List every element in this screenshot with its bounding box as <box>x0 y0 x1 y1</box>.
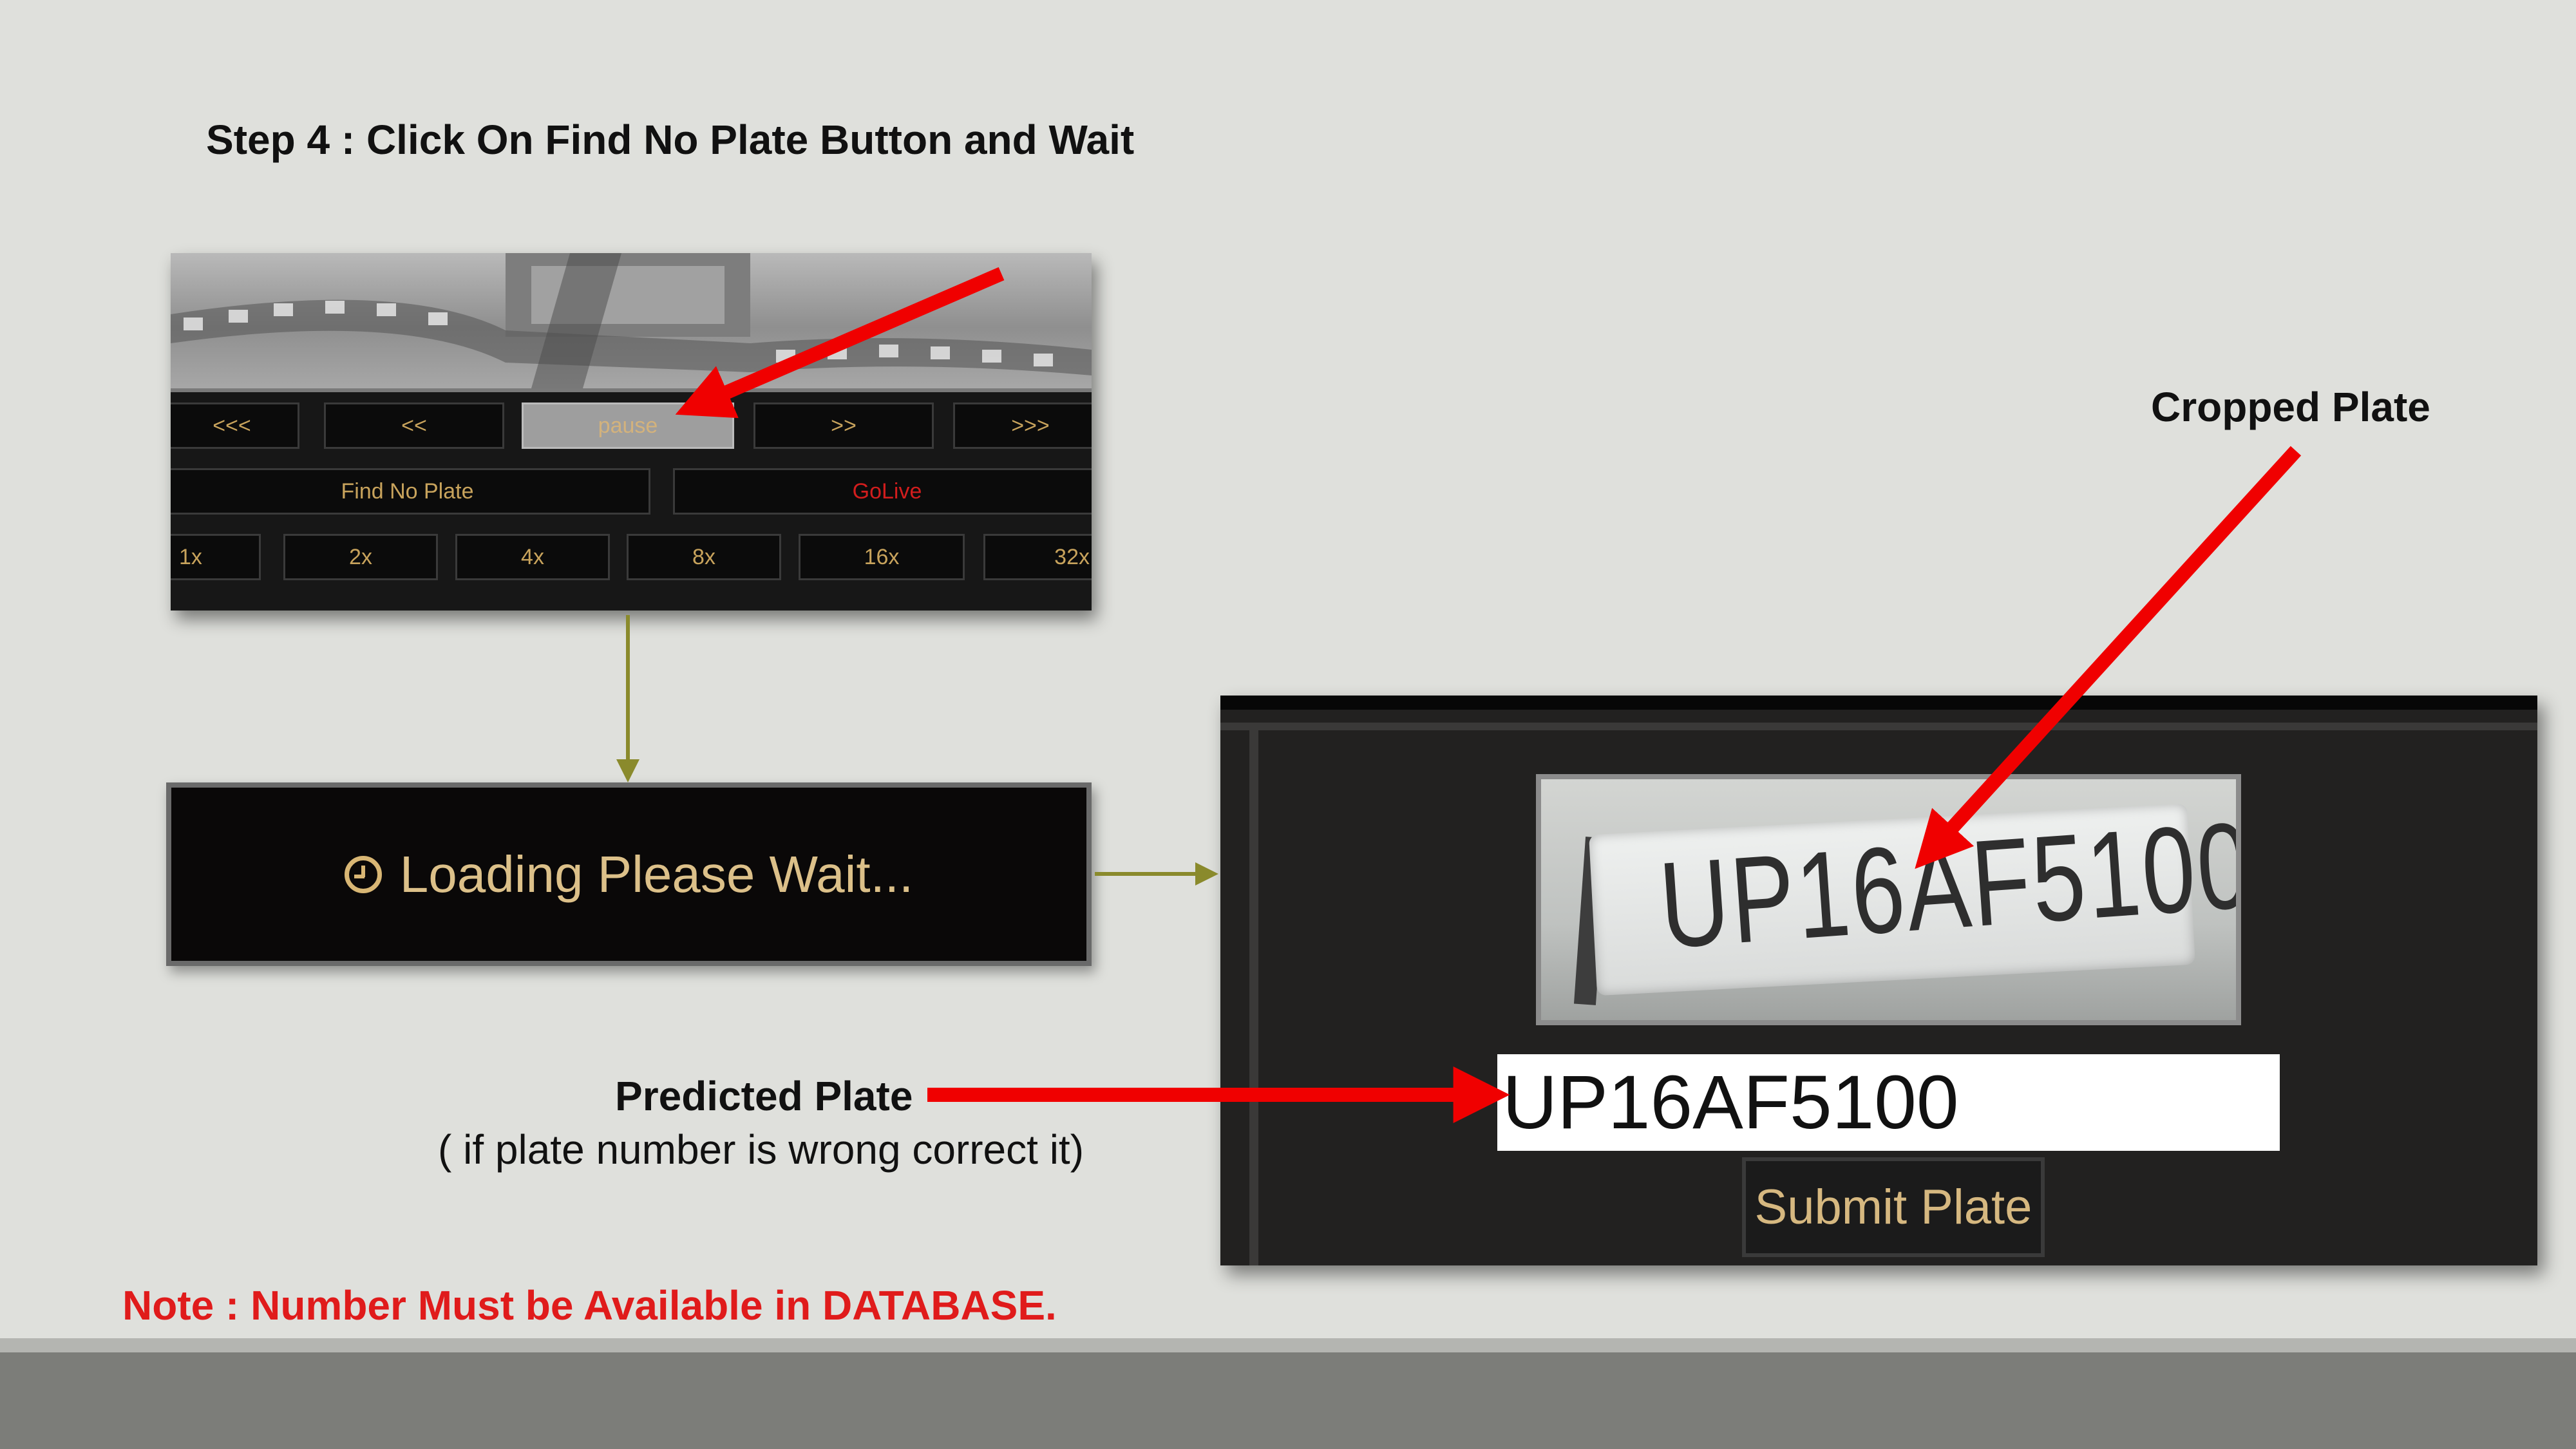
cropped-plate-label: Cropped Plate <box>2151 384 2430 430</box>
forward-button[interactable]: >> <box>753 402 934 449</box>
speed-1x-button[interactable]: 1x <box>171 534 261 580</box>
step-title: Step 4 : Click On Find No Plate Button a… <box>206 117 1135 163</box>
rewind-fast-button[interactable]: <<< <box>171 402 299 449</box>
speed-2x-button[interactable]: 2x <box>283 534 438 580</box>
find-no-plate-button[interactable]: Find No Plate <box>171 468 650 515</box>
submit-plate-button[interactable]: Submit Plate <box>1742 1157 2045 1257</box>
speed-4x-button[interactable]: 4x <box>455 534 610 580</box>
speed-16x-button[interactable]: 16x <box>799 534 965 580</box>
plate-result-panel: UP16AF5100 Submit Plate <box>1220 696 2537 1265</box>
pause-button[interactable]: pause <box>522 402 734 449</box>
loading-text: Loading Please Wait... <box>399 845 914 903</box>
cropped-plate-image: UP16AF5100 <box>1536 774 2241 1025</box>
footer-band <box>0 1352 2576 1449</box>
clock-icon <box>344 855 382 893</box>
speed-8x-button[interactable]: 8x <box>627 534 781 580</box>
loading-panel: Loading Please Wait... <box>166 782 1092 966</box>
player-control-panel: <<< << pause >> >>> Find No Plate GoLive… <box>171 253 1092 611</box>
forward-fast-button[interactable]: >>> <box>953 402 1092 449</box>
predicted-plate-label: Predicted Plate <box>615 1073 913 1119</box>
predicted-plate-hint: ( if plate number is wrong correct it) <box>438 1126 1084 1173</box>
golive-button[interactable]: GoLive <box>673 468 1092 515</box>
speed-32x-button[interactable]: 32x <box>983 534 1092 580</box>
video-frame <box>171 253 1092 388</box>
database-note: Note : Number Must be Available in DATAB… <box>122 1282 1057 1329</box>
predicted-plate-input[interactable] <box>1497 1054 2280 1151</box>
rewind-button[interactable]: << <box>324 402 504 449</box>
